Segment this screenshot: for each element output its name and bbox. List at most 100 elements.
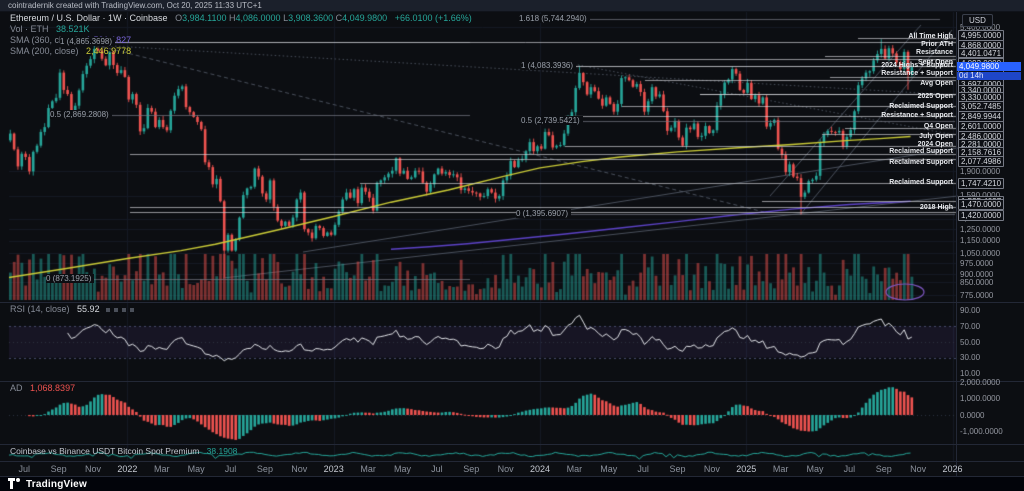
visibility-icon[interactable] [106,307,111,312]
level-annotation: Resistance + Support [881,70,953,78]
level-annotation: Resistance [916,49,953,57]
time-axis-tick: Nov [703,464,720,474]
level-annotation: Reclaimed Support [889,148,953,156]
rsi-scale-tick: 50.00 [960,337,981,347]
level-annotation: Resistance + Support [881,112,953,119]
time-axis-tick: Nov [85,464,102,474]
ad-value: 1,068.8397 [30,383,76,393]
time-axis-tick: May [600,464,618,474]
tradingview-chart-page: { "watermark": "cointradernik created wi… [0,0,1024,491]
time-axis-tick: Nov [497,464,514,474]
rsi-value: 55.92 [77,304,100,314]
scale-separator [956,12,957,476]
ohlc-close-value: 4,049.9800 [342,13,388,23]
price-scale-tick: 975.0000 [960,258,994,268]
price-level-label: 2,849.9944 [958,110,1005,122]
fib-level-label: 1 (4,083.3936) [521,61,577,71]
chart-overlay: Ethereum / U.S. Dollar · 1W · Coinbase O… [0,0,1024,491]
level-annotation: July Open [919,132,953,140]
settings-icon[interactable] [114,307,119,312]
price-scale-tick: 1,250.0000 [960,224,1001,234]
ad-scale-tick: 0.0000 [960,410,985,420]
level-annotation: 2024 Open [917,140,953,148]
time-axis-tick: Jul [637,464,649,474]
volume-value: 38.521K [56,24,90,34]
watermark-bar: cointradernik created with TradingView.c… [0,0,1024,12]
time-axis-tick: Jul [843,464,856,474]
time-axis-tick: Mar [154,464,170,474]
time-axis-tick: Sep [669,464,686,474]
level-annotation: Reclaimed Support [889,158,953,166]
rsi-scale-tick: 30.00 [960,353,981,363]
tradingview-wordmark[interactable]: TradingView [26,479,87,490]
time-axis-tick: 2025 [736,464,757,474]
sma200-indicator-label[interactable]: SMA (200, close) [10,46,79,56]
fib-level-label: 0 (873.1925) [46,274,95,284]
pane-separator[interactable] [0,381,1024,382]
level-annotation: 2024 Highs + Support [881,62,953,70]
axis-separator [0,461,1024,462]
fib-level-label: 0 (1,395.6907) [516,209,572,219]
price-scale-tick: 1,050.0000 [960,248,1001,258]
rsi-legend: RSI (14, close) 55.92 [10,304,135,315]
more-icon[interactable] [130,307,135,312]
price-level-label: 1,747.4210 [958,177,1005,189]
time-axis-tick: Nov [910,464,927,474]
premium-legend: Coinbase vs Binance USDT Bitcoin Spot Pr… [10,446,237,457]
ad-scale-tick: 1,000.0000 [960,394,1001,403]
fib-level-label: 1.618 (5,744.2940) [519,14,590,24]
price-level-label: 2,077.4986 [958,156,1005,168]
watermark-text: cointradernik created with TradingView.c… [8,1,262,10]
price-scale-tick: 1,900.0000 [960,166,1001,176]
time-axis-tick: May [187,464,205,474]
price-scale-tick: 1,150.0000 [960,236,1001,246]
level-annotation: All Time High [908,32,953,40]
pane-separator[interactable] [0,444,1024,445]
price-scale-tick: 775.0000 [960,290,994,300]
level-annotation: Q4 Open [923,122,953,130]
ohlc-high-value: 4,086.0000 [235,13,281,23]
time-axis-tick: 2022 [117,464,138,474]
time-axis-tick: May [806,464,824,474]
rsi-scale-tick: 10.00 [960,368,981,378]
fib-level-label: 1 (4,865.3698) [60,37,116,47]
main-legend: Ethereum / U.S. Dollar · 1W · Coinbase O… [10,13,472,57]
time-axis-tick: Jul [431,464,443,474]
time-axis-tick: Nov [291,464,308,474]
ohlc-low-value: 3,908.3600 [288,13,334,23]
time-axis-tick: Sep [463,464,480,474]
symbol-title[interactable]: Ethereum / U.S. Dollar · 1W · Coinbase [10,13,168,23]
time-axis-tick: Jul [18,464,31,474]
ad-scale-tick: 2,000.0000 [960,377,1001,387]
sma200-value: 2,446.9778 [86,46,132,56]
time-axis-tick: Mar [566,464,583,474]
level-annotation: Reclaimed Support [889,179,953,187]
ad-scale-tick: -1,000.0000 [960,427,1003,436]
time-axis-tick: 2026 [942,464,963,474]
time-axis-tick: Sep [256,464,273,474]
delete-icon[interactable] [122,307,127,312]
price-scale-tick: 850.0000 [960,277,994,287]
premium-indicator-label[interactable]: Coinbase vs Binance USDT Bitcoin Spot Pr… [10,446,199,456]
ohlc-open-value: 3,984.1100 [182,13,227,23]
countdown-badge: 0d 14h [957,72,1021,81]
level-annotation: Avg Open [920,80,953,88]
time-axis-tick: 2023 [323,464,344,474]
price-level-label: 1,470.0000 [958,198,1005,210]
rsi-scale-tick: 70.00 [960,321,981,331]
level-annotation: 2025 Open [917,92,953,100]
time-axis-tick: May [393,464,411,474]
volume-indicator-label[interactable]: Vol · ETH [10,24,49,34]
price-scale-currency[interactable]: USD [962,14,993,27]
change-value: +66.0100 (+1.66%) [394,13,472,23]
ad-legend: AD 1,068.8397 [10,383,75,394]
rsi-scale-tick: 90.00 [960,306,981,316]
footer-bar: TradingView [0,477,1024,491]
tradingview-logo-icon[interactable] [8,478,21,489]
time-axis-tick: Mar [360,464,376,474]
ad-indicator-label[interactable]: AD [10,383,23,393]
time-axis-tick: Sep [875,464,892,474]
pane-separator[interactable] [0,302,1024,303]
price-level-label: 1,420.0000 [958,209,1005,221]
rsi-indicator-label[interactable]: RSI (14, close) [10,304,70,314]
